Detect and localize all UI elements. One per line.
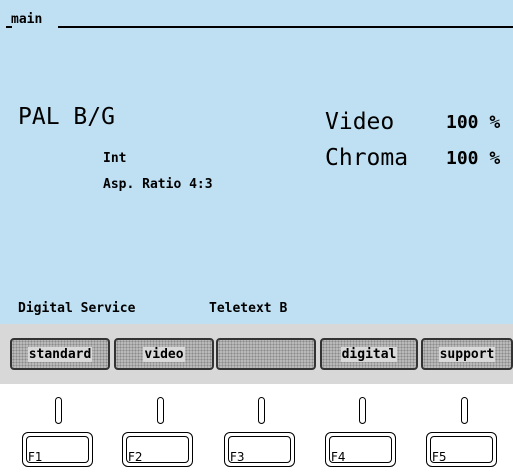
chroma-label: Chroma bbox=[325, 145, 409, 171]
video-label: Video bbox=[325, 109, 395, 135]
softkey-connector bbox=[258, 397, 265, 424]
aspect-ratio-label: Asp. Ratio 4:3 bbox=[103, 177, 213, 192]
softkey-connector bbox=[157, 397, 164, 424]
tv-standard: PAL B/G bbox=[18, 104, 115, 130]
softkey-support-label: support bbox=[438, 346, 496, 362]
softkey-video-label: video bbox=[143, 346, 185, 362]
softkey-connector bbox=[359, 397, 366, 424]
softkey-blank[interactable] bbox=[216, 338, 316, 370]
frame-border-top bbox=[58, 26, 513, 28]
video-value: 100 % bbox=[446, 112, 501, 133]
softkey-connector bbox=[55, 397, 62, 424]
source-label: Int bbox=[103, 151, 127, 166]
digital-service-label: Digital Service bbox=[18, 301, 136, 316]
f4-key[interactable]: F4 bbox=[325, 432, 396, 467]
display-screen: main PAL B/G Int Asp. Ratio 4:3 Video 10… bbox=[0, 0, 513, 324]
teletext-label: Teletext B bbox=[209, 301, 288, 316]
softkey-standard-label: standard bbox=[27, 346, 93, 362]
softkey-video[interactable]: video bbox=[114, 338, 214, 370]
f5-key[interactable]: F5 bbox=[426, 432, 497, 467]
softkey-connector bbox=[461, 397, 468, 424]
f3-key[interactable]: F3 bbox=[224, 432, 295, 467]
f3-key-label: F3 bbox=[230, 450, 245, 464]
f4-key-label: F4 bbox=[331, 450, 346, 464]
chroma-value: 100 % bbox=[446, 148, 501, 169]
f1-key-label: F1 bbox=[28, 450, 43, 464]
frame-title: main bbox=[11, 12, 43, 27]
softkey-support[interactable]: support bbox=[421, 338, 513, 370]
f1-key[interactable]: F1 bbox=[22, 432, 93, 467]
softkey-digital[interactable]: digital bbox=[320, 338, 418, 370]
f2-key-label: F2 bbox=[128, 450, 143, 464]
softkey-standard[interactable]: standard bbox=[10, 338, 110, 370]
softkey-digital-label: digital bbox=[340, 346, 398, 362]
f2-key[interactable]: F2 bbox=[122, 432, 193, 467]
f5-key-label: F5 bbox=[432, 450, 447, 464]
